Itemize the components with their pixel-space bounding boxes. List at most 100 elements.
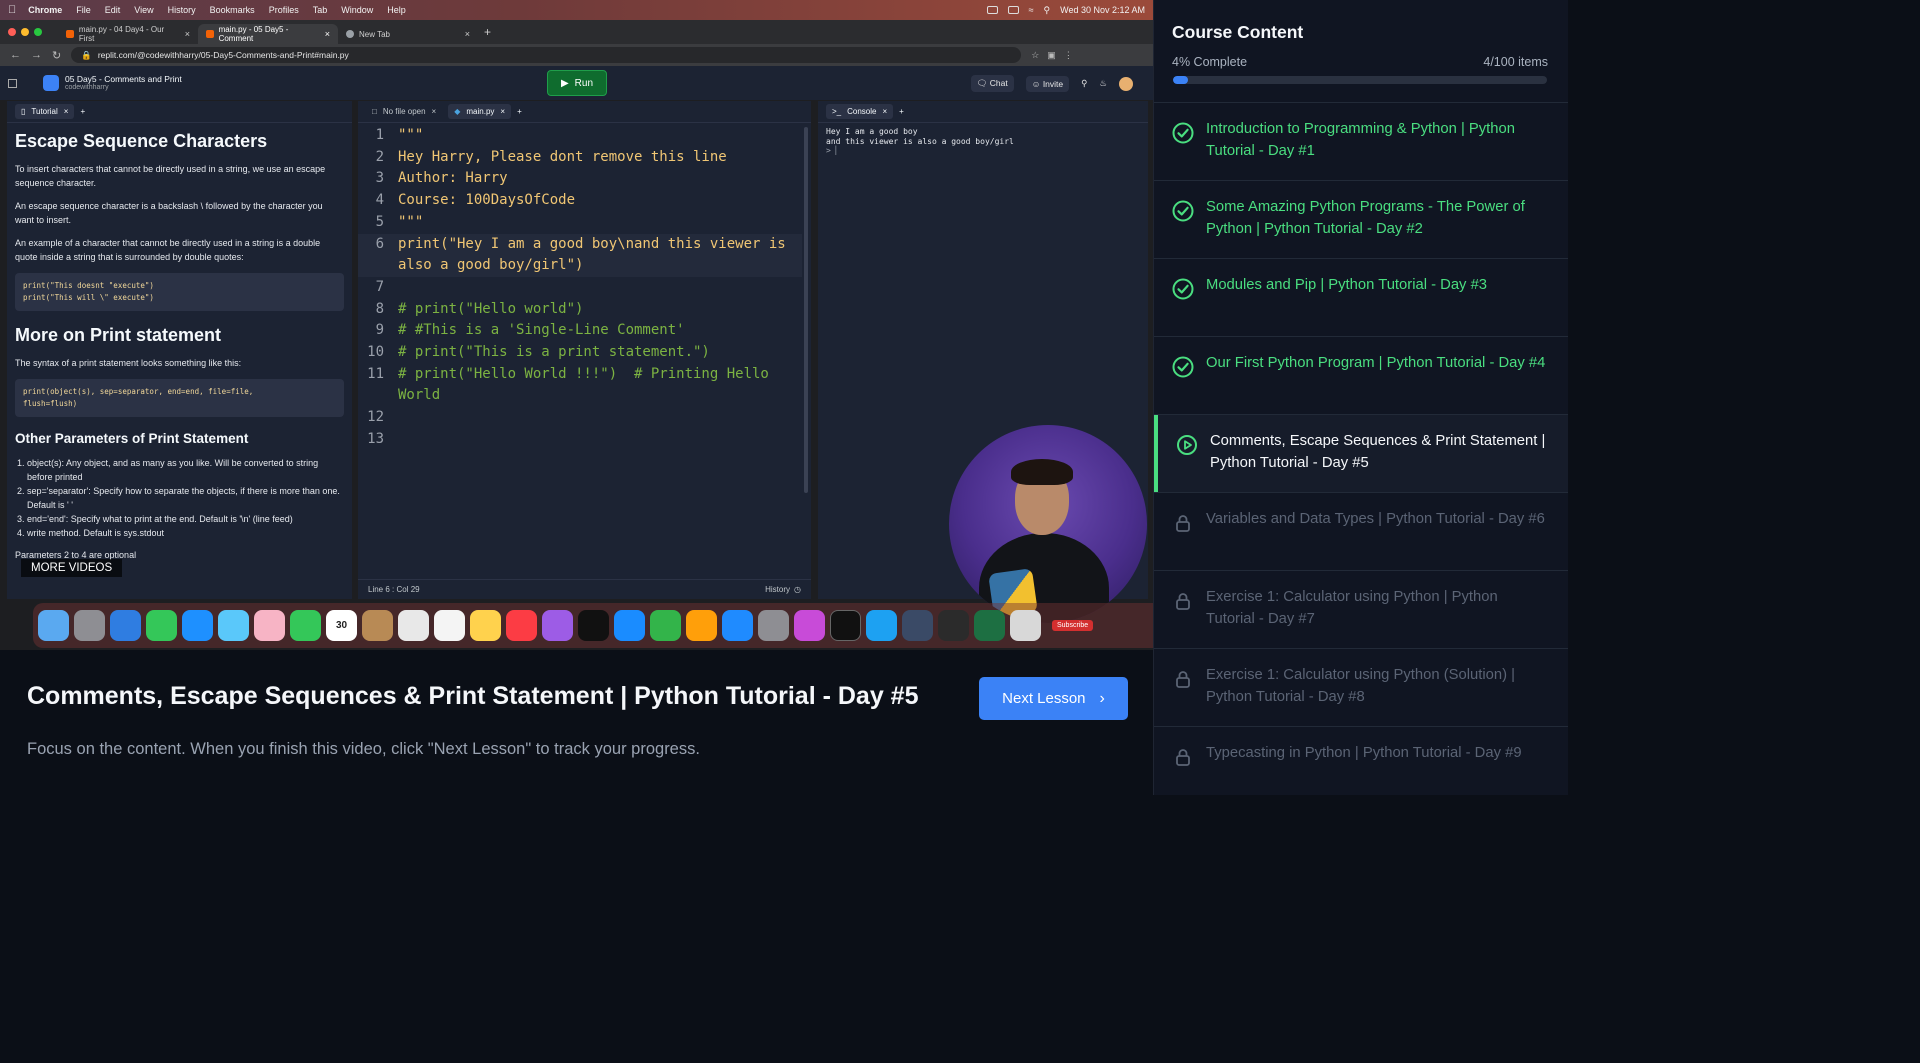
- code-line: print(object(s), sep=separator, end=end,…: [23, 387, 254, 396]
- lesson-item[interactable]: Comments, Escape Sequences & Print State…: [1154, 414, 1568, 493]
- browser-tab: main.py - 04 Day4 - Our First ×: [58, 24, 198, 44]
- list-item: object(s): Any object, and as many as yo…: [27, 456, 344, 484]
- tutorial-tab-bar: ▯ Tutorial × +: [7, 101, 352, 123]
- lesson-item-title: Modules and Pip | Python Tutorial - Day …: [1206, 277, 1488, 293]
- lesson-item: Typecasting in Python | Python Tutorial …: [1154, 726, 1568, 804]
- tab-main-py: ◆ main.py ×: [448, 104, 512, 119]
- lock-icon: [1176, 515, 1190, 532]
- lesson-item[interactable]: Our First Python Program | Python Tutori…: [1154, 336, 1568, 414]
- repl-avatar: [43, 75, 59, 91]
- code-editor: 1 """ 2 Hey Harry, Please dont remove this…: [358, 125, 802, 451]
- paragraph: To insert characters that cannot be dire…: [15, 164, 326, 188]
- run-button: ▶ Run: [547, 70, 607, 96]
- code-line: 12: [358, 407, 802, 429]
- line-text: """: [398, 127, 424, 143]
- console-prompt: > ▏: [826, 146, 841, 155]
- wifi-icon: ≈: [1028, 5, 1034, 15]
- menu-clock: Wed 30 Nov 2:12 AM: [1060, 5, 1145, 15]
- editor-pane: □ No file open × ◆ main.py × + 1 """ 2 Hey…: [358, 101, 811, 599]
- invite-label: Invite: [1042, 78, 1064, 89]
- repl-title: 05 Day5 - Comments and Print: [65, 74, 182, 84]
- user-plus-icon: ☺: [1031, 78, 1043, 89]
- code-line: 7: [358, 277, 802, 299]
- line-text: # print("Hello World !!!") # Printing He…: [398, 365, 778, 404]
- more-videos-overlay[interactable]: MORE VIDEOS: [21, 559, 123, 577]
- more-icon: ⋮: [1063, 49, 1073, 60]
- tab-label: No file open: [382, 107, 426, 116]
- line-text: # print("This is a print statement."): [398, 344, 710, 361]
- code-line: print("This doesnt "execute"): [23, 281, 154, 290]
- menu-item: History: [159, 5, 196, 15]
- mail-icon: [182, 610, 213, 641]
- menu-item: Edit: [96, 5, 121, 15]
- current-lesson-indicator: [1154, 415, 1158, 493]
- search-icon: ⚲: [1043, 4, 1051, 15]
- lesson-list: Introduction to Programming & Python | P…: [1154, 102, 1568, 804]
- browser-tab: New Tab ×: [338, 24, 478, 44]
- chrome-icon: [398, 610, 429, 641]
- param-list: object(s): Any object, and as many as yo…: [15, 456, 344, 540]
- check-circle-icon: [1172, 356, 1194, 378]
- next-lesson-button[interactable]: Next Lesson ›: [979, 677, 1128, 720]
- tab-tutorial: ▯ Tutorial ×: [15, 104, 75, 119]
- course-content-title: Course Content: [1172, 22, 1304, 42]
- heading-print: More on Print statement: [15, 325, 222, 345]
- repl-owner: codewithharry: [65, 84, 109, 91]
- lesson-item[interactable]: Some Amazing Python Programs - The Power…: [1154, 180, 1568, 258]
- line-number: 7: [375, 278, 384, 295]
- browser-tab-bar: main.py - 04 Day4 - Our First × main.py …: [0, 20, 1153, 44]
- cursor-position: Line 6 : Col 29: [368, 585, 420, 594]
- code-line: 5 """: [358, 212, 802, 234]
- lesson-item-title: Some Amazing Python Programs - The Power…: [1206, 199, 1525, 237]
- console-output: Hey I am a good boy and this viewer is a…: [818, 123, 1148, 160]
- editor-status-bar: Line 6 : Col 29 History ◷: [358, 579, 811, 599]
- mac-menu-bar:  Chrome File Edit View History Bookmark…: [0, 0, 1153, 20]
- video-player[interactable]:  Chrome File Edit View History Bookmark…: [0, 0, 1153, 650]
- close-icon: ×: [324, 29, 330, 39]
- presenter-webcam: [949, 425, 1147, 623]
- calendar-icon: 30: [326, 610, 357, 641]
- lock-icon: [1176, 749, 1190, 766]
- check-circle-icon: [1172, 278, 1194, 300]
- battery-icon: [1007, 6, 1019, 14]
- line-number: 4: [375, 192, 384, 209]
- browser-tab: main.py - 05 Day5 - Comment ×: [198, 24, 338, 44]
- code-line: 2 Hey Harry, Please dont remove this line: [358, 147, 802, 169]
- code-line: 1 """: [358, 125, 802, 147]
- code-line: 11 # print("Hello World !!!") # Printing …: [358, 364, 802, 407]
- list-item: sep='separator': Specify how to separate…: [27, 484, 344, 512]
- line-number: 10: [367, 344, 384, 361]
- chat-icon: 🗨: [976, 78, 990, 88]
- forward-arrow-icon: →: [31, 49, 42, 61]
- apple-tv-icon: [578, 610, 609, 641]
- line-number: 8: [375, 300, 384, 317]
- avatar: [1119, 76, 1133, 91]
- back-arrow-icon: ←: [10, 49, 21, 61]
- menu-item: Bookmarks: [201, 5, 255, 15]
- lesson-item-title: Typecasting in Python | Python Tutorial …: [1206, 745, 1522, 761]
- progress-count: 4/100 items: [1483, 55, 1548, 69]
- lock-icon: [1176, 593, 1190, 610]
- sidebar-toggle-icon: [8, 78, 17, 88]
- browser-toolbar: ← → ↻ 🔒 replit.com/@codewithharry/05-Day…: [0, 44, 1153, 66]
- browser-tab-label: main.py - 04 Day4 - Our First: [78, 25, 165, 43]
- lesson-item[interactable]: Introduction to Programming & Python | P…: [1154, 102, 1568, 180]
- check-circle-icon: [1172, 122, 1194, 144]
- close-icon: ×: [63, 107, 69, 116]
- subscribe-badge: Subscribe: [1052, 620, 1094, 631]
- line-text: # #This is a 'Single-Line Comment': [398, 322, 685, 339]
- lesson-item: Exercise 1: Calculator using Python (Sol…: [1154, 648, 1568, 726]
- paragraph: An example of a character that cannot be…: [15, 238, 321, 262]
- obs-icon: [938, 610, 969, 641]
- add-tab-icon: +: [899, 107, 904, 116]
- reminders-icon: [434, 610, 465, 641]
- code-line: 13: [358, 429, 802, 451]
- menu-item: Window: [332, 5, 373, 15]
- code-line: 9 # #This is a 'Single-Line Comment': [358, 320, 802, 342]
- lesson-item-title: Exercise 1: Calculator using Python | Py…: [1206, 589, 1498, 627]
- code-line: print("This will \" execute"): [23, 293, 154, 302]
- lesson-item[interactable]: Modules and Pip | Python Tutorial - Day …: [1154, 258, 1568, 336]
- line-text: """: [398, 213, 424, 230]
- excel-icon: [974, 610, 1005, 641]
- feedback-icon: [794, 610, 825, 641]
